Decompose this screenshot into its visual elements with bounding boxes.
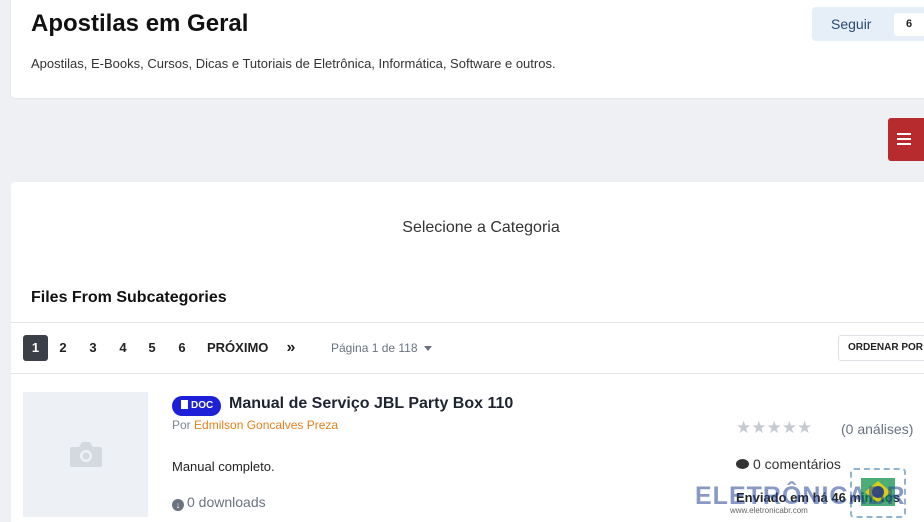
reviews-count[interactable]: (0 análises)	[841, 421, 913, 437]
camera-icon	[70, 442, 102, 467]
next-page-button[interactable]: PRÓXIMO	[207, 335, 268, 361]
file-description: Manual completo.	[172, 459, 275, 474]
document-icon	[181, 400, 188, 409]
download-count-text: 0 downloads	[187, 494, 266, 510]
rating-stars: ★★★★★	[736, 418, 813, 437]
caret-down-icon	[423, 346, 432, 352]
category-header: Apostilas em Geral Apostilas, E-Books, C…	[11, 0, 924, 98]
menu-icon	[897, 133, 911, 135]
file-byline: Por Edmilson Goncalves Preza	[172, 418, 338, 432]
follow-label: Seguir	[831, 16, 872, 32]
page-4-button[interactable]: 4	[113, 335, 133, 361]
file-type-badge: DOC	[172, 396, 222, 416]
select-category-link[interactable]: Selecione a Categoria	[11, 219, 924, 237]
page-5-button[interactable]: 5	[142, 335, 162, 361]
page-info-text: Página 1 de 118	[331, 341, 418, 355]
page-6-button[interactable]: 6	[172, 335, 192, 361]
page-description: Apostilas, E-Books, Cursos, Dicas e Tuto…	[31, 56, 556, 71]
page-1-button[interactable]: 1	[23, 335, 48, 361]
last-page-button[interactable]: »	[281, 335, 301, 361]
page-jump-dropdown[interactable]: Página 1 de 118	[331, 335, 432, 361]
follow-count-badge: 6	[894, 13, 924, 36]
page-3-button[interactable]: 3	[83, 335, 103, 361]
site-watermark: ELETRÔNICABR www.eletronicabr.com	[695, 465, 924, 522]
follow-button[interactable]: Seguir 6	[812, 7, 924, 41]
section-title: Files From Subcategories	[31, 289, 227, 306]
author-link[interactable]: Edmilson Goncalves Preza	[194, 418, 338, 432]
file-thumbnail[interactable]	[23, 392, 148, 517]
author-prefix: Por	[172, 418, 191, 432]
watermark-url: www.eletronicabr.com	[730, 506, 808, 515]
sort-button[interactable]: ORDENAR POR	[838, 335, 924, 361]
page-2-button[interactable]: 2	[53, 335, 73, 361]
page-title: Apostilas em Geral	[31, 10, 249, 37]
file-title-link[interactable]: Manual de Serviço JBL Party Box 110	[229, 395, 513, 413]
download-count: ↓ 0 downloads	[172, 494, 266, 511]
badge-label: DOC	[191, 400, 214, 411]
category-menu-button[interactable]	[888, 118, 924, 161]
divider	[11, 322, 924, 323]
download-icon: ↓	[172, 499, 184, 511]
divider	[11, 373, 924, 374]
